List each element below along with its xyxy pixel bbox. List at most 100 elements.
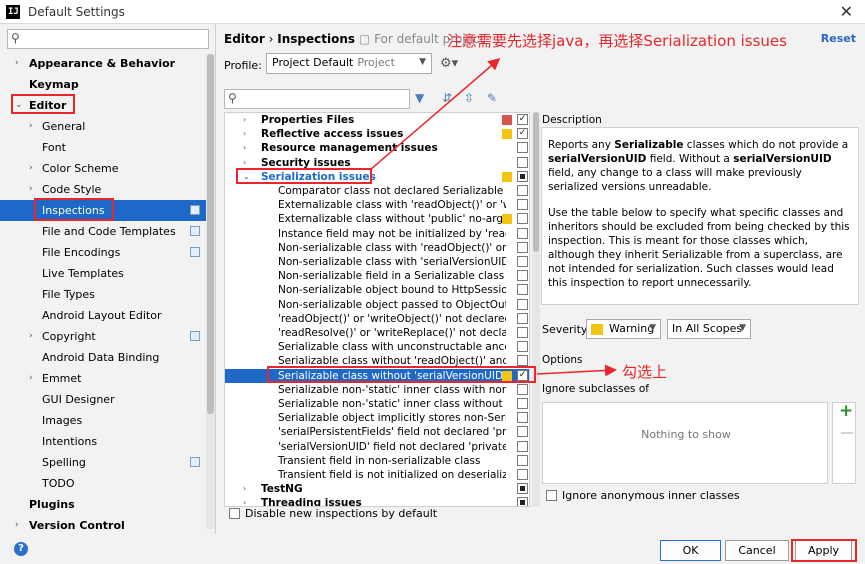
chevron-right-icon[interactable]: › <box>243 127 246 141</box>
sidebar-item-color-scheme[interactable]: › Color Scheme <box>0 158 206 179</box>
collapse-all-icon[interactable]: ⇳ <box>464 91 474 105</box>
expand-all-icon[interactable]: ⇵ <box>442 91 452 105</box>
inspection-row[interactable]: Transient field is not initialized on de… <box>225 468 529 482</box>
sidebar-item-images[interactable]: Images <box>0 410 206 431</box>
sidebar-item-copyright[interactable]: › Copyright <box>0 326 206 347</box>
sidebar-item-android-data-binding[interactable]: Android Data Binding <box>0 347 206 368</box>
inspection-checkbox[interactable]: ✓ <box>517 128 528 140</box>
filter-icon[interactable]: ▼ <box>415 91 424 105</box>
inspection-group-row[interactable]: › Reflective access issues ✓ <box>225 127 529 141</box>
chevron-right-icon[interactable]: › <box>243 156 246 170</box>
inspection-checkbox[interactable] <box>517 213 528 225</box>
inspection-row[interactable]: Non-serializable object passed to Object… <box>225 298 529 312</box>
sidebar-item-appearance-behavior[interactable]: › Appearance & Behavior <box>0 53 206 74</box>
inspection-checkbox[interactable] <box>517 298 528 310</box>
inspection-checkbox[interactable] <box>517 142 528 154</box>
chevron-right-icon[interactable]: › <box>243 113 246 127</box>
inspection-row[interactable]: Serializable object implicitly stores no… <box>225 411 529 425</box>
inspection-checkbox[interactable] <box>517 440 528 452</box>
inspection-row[interactable]: Serializable class with unconstructable … <box>225 340 529 354</box>
sidebar-item-keymap[interactable]: Keymap <box>0 74 206 95</box>
inspection-checkbox[interactable] <box>517 469 528 480</box>
apply-button[interactable]: Apply <box>795 540 852 561</box>
inspection-row[interactable]: Non-serializable class with 'readObject(… <box>225 241 529 255</box>
sidebar-item-plugins[interactable]: Plugins <box>0 494 206 515</box>
inspection-row[interactable]: 'readResolve()' or 'writeReplace()' not … <box>225 326 529 340</box>
chevron-right-icon[interactable]: › <box>29 326 33 347</box>
chevron-right-icon[interactable]: › <box>29 158 33 179</box>
chevron-right-icon[interactable]: › <box>15 515 19 536</box>
sidebar-item-version-control[interactable]: › Version Control <box>0 515 206 536</box>
disable-new-inspections-checkbox[interactable]: Disable new inspections by default <box>229 507 437 520</box>
scrollbar-thumb[interactable] <box>207 54 214 414</box>
chevron-right-icon[interactable]: › <box>243 141 246 155</box>
inspection-checkbox[interactable] <box>517 270 528 282</box>
chevron-right-icon[interactable]: › <box>243 496 246 506</box>
inspection-checkbox[interactable] <box>517 241 528 253</box>
scrollbar-thumb[interactable] <box>533 112 539 252</box>
sidebar-item-intentions[interactable]: Intentions <box>0 431 206 452</box>
cancel-button[interactable]: Cancel <box>725 540 789 561</box>
inspection-row[interactable]: Non-serializable class with 'serialVersi… <box>225 255 529 269</box>
sidebar-item-gui-designer[interactable]: GUI Designer <box>0 389 206 410</box>
sidebar-item-general[interactable]: › General <box>0 116 206 137</box>
inspection-checkbox[interactable] <box>517 156 528 168</box>
ignore-anonymous-checkbox[interactable]: Ignore anonymous inner classes <box>546 489 740 502</box>
inspection-row[interactable]: 'readObject()' or 'writeObject()' not de… <box>225 312 529 326</box>
inspection-checkbox[interactable] <box>517 383 528 395</box>
inspection-checkbox[interactable] <box>517 256 528 267</box>
inspection-group-row[interactable]: › TestNG <box>225 482 529 496</box>
chevron-right-icon[interactable]: › <box>29 116 33 137</box>
inspection-checkbox[interactable] <box>517 284 528 296</box>
inspection-row[interactable]: Instance field may not be initialized by… <box>225 227 529 241</box>
reset-link[interactable]: Reset <box>821 32 856 45</box>
inspection-checkbox[interactable] <box>517 185 528 196</box>
inspection-row[interactable]: Serializable non-'static' inner class wi… <box>225 383 529 397</box>
chevron-right-icon[interactable]: › <box>29 368 33 389</box>
inspection-checkbox[interactable] <box>517 199 528 211</box>
inspection-checkbox[interactable] <box>517 454 528 466</box>
inspection-search-input[interactable]: ⚲ <box>224 89 410 109</box>
sidebar-item-emmet[interactable]: › Emmet <box>0 368 206 389</box>
inspection-checkbox[interactable] <box>517 398 528 409</box>
inspection-row[interactable]: 'serialVersionUID' field not declared 'p… <box>225 440 529 454</box>
inspection-row[interactable]: Serializable class without 'readObject()… <box>225 354 529 368</box>
scope-select[interactable]: In All Scopes ▼ <box>667 319 751 339</box>
chevron-down-icon[interactable]: ⌄ <box>243 170 250 184</box>
inspection-row[interactable]: Comparator class not declared Serializab… <box>225 184 529 198</box>
sidebar-scrollbar[interactable] <box>206 54 215 529</box>
inspection-checkbox[interactable]: ✓ <box>517 114 528 125</box>
inspection-row[interactable]: Externalizable class with 'readObject()'… <box>225 198 529 212</box>
inspection-row[interactable]: Externalizable class without 'public' no… <box>225 212 529 226</box>
inspection-group-row[interactable]: ⌄ Serialization issues <box>225 170 529 184</box>
reset-to-defaults-icon[interactable]: ✎ <box>487 91 497 105</box>
chevron-right-icon[interactable]: › <box>15 53 19 74</box>
checkbox[interactable] <box>546 490 557 501</box>
sidebar-item-live-templates[interactable]: Live Templates <box>0 263 206 284</box>
inspection-checkbox[interactable] <box>517 497 528 506</box>
inspection-checkbox[interactable] <box>517 412 528 424</box>
inspection-checkbox[interactable] <box>517 355 528 367</box>
ok-button[interactable]: OK <box>660 540 721 561</box>
profile-select[interactable]: Project Default Project ▼ <box>266 53 432 74</box>
inspection-row[interactable]: 'serialPersistentFields' field not decla… <box>225 425 529 439</box>
ignore-subclasses-table[interactable]: Nothing to show <box>542 402 828 484</box>
sidebar-item-file-encodings[interactable]: File Encodings <box>0 242 206 263</box>
chevron-down-icon[interactable]: ⌄ <box>15 95 23 116</box>
sidebar-item-file-and-code-templates[interactable]: File and Code Templates <box>0 221 206 242</box>
inspection-checkbox[interactable] <box>517 341 528 353</box>
inspection-checkbox[interactable] <box>517 227 528 239</box>
sidebar-item-spelling[interactable]: Spelling <box>0 452 206 473</box>
chevron-right-icon[interactable]: › <box>29 179 33 200</box>
sidebar-item-android-layout-editor[interactable]: Android Layout Editor <box>0 305 206 326</box>
inspection-checkbox[interactable] <box>517 483 528 495</box>
sidebar-item-font[interactable]: Font <box>0 137 206 158</box>
remove-icon[interactable]: — <box>840 425 854 441</box>
inspection-checkbox[interactable] <box>517 170 528 182</box>
inspection-row[interactable]: Non-serializable object bound to HttpSes… <box>225 283 529 297</box>
severity-select[interactable]: Warning ▼ <box>586 319 661 339</box>
sidebar-item-inspections[interactable]: Inspections <box>0 200 206 221</box>
checkbox[interactable] <box>229 508 240 519</box>
inspection-scrollbar[interactable] <box>532 112 540 507</box>
inspection-row[interactable]: Non-serializable field in a Serializable… <box>225 269 529 283</box>
